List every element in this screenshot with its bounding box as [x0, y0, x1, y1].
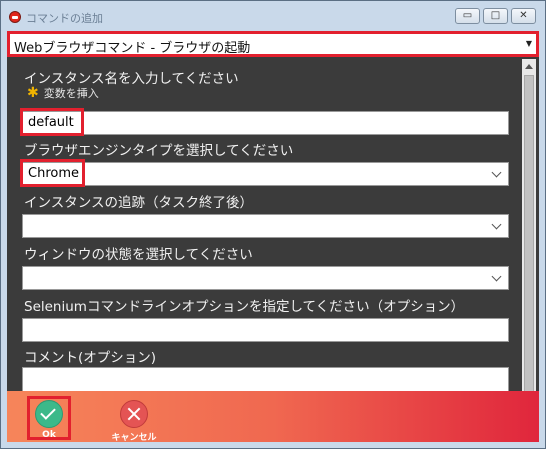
window-title: コマンドの追加	[26, 12, 103, 25]
instance-name-label: インスタンス名を入力してください	[24, 71, 239, 87]
scroll-up-icon[interactable]	[525, 64, 533, 69]
insert-variable-label: 変数を挿入	[43, 87, 99, 100]
app-logo-icon	[9, 11, 21, 23]
command-select[interactable]: Webブラウザコマンド - ブラウザの起動 ▼	[7, 31, 539, 57]
minimize-button[interactable]: ▭	[455, 8, 480, 24]
instance-tracking-label: インスタンスの追跡（タスク終了後）	[24, 195, 253, 211]
vertical-scrollbar[interactable]	[522, 59, 536, 420]
scroll-thumb[interactable]	[524, 75, 534, 405]
maximize-button[interactable]: □	[483, 8, 508, 24]
dropdown-arrow-icon[interactable]: ▼	[526, 39, 532, 48]
selenium-options-label: Seleniumコマンドラインオプションを指定してください（オプション）	[24, 299, 465, 315]
chevron-down-icon[interactable]	[491, 219, 502, 230]
insert-variable-link[interactable]: ✱ 変数を挿入	[27, 85, 99, 101]
engine-type-select[interactable]: Chrome	[22, 162, 509, 186]
action-bar: Ok キャンセル	[7, 391, 539, 443]
form-panel: インスタンス名を入力してください ✱ 変数を挿入 default ブラウザエンジン…	[12, 59, 522, 419]
engine-type-highlight	[20, 159, 85, 187]
instance-name-highlight	[20, 108, 84, 136]
ok-button-highlight	[27, 396, 71, 440]
engine-type-label: ブラウザエンジンタイプを選択してください	[24, 143, 294, 159]
window-state-select[interactable]	[22, 266, 509, 290]
command-select-value: Webブラウザコマンド - ブラウザの起動	[14, 41, 251, 56]
chevron-down-icon[interactable]	[491, 271, 502, 282]
dialog-body: Webブラウザコマンド - ブラウザの起動 ▼ インスタンス名を入力してください…	[7, 31, 539, 443]
chevron-down-icon[interactable]	[491, 167, 502, 178]
selenium-options-input[interactable]	[22, 318, 509, 342]
star-icon: ✱	[27, 85, 39, 101]
instance-name-input[interactable]: default	[22, 111, 509, 135]
window-state-label: ウィンドウの状態を選択してください	[24, 247, 253, 263]
cancel-label: キャンセル	[111, 433, 157, 443]
add-command-window: コマンドの追加 ▭ □ ✕ Webブラウザコマンド - ブラウザの起動 ▼ イン…	[0, 0, 546, 449]
comment-label: コメント(オプション)	[24, 350, 157, 366]
close-button[interactable]: ✕	[511, 8, 536, 24]
instance-tracking-select[interactable]	[22, 214, 509, 238]
cancel-button[interactable]: キャンセル	[104, 397, 164, 443]
close-icon	[120, 400, 148, 428]
title-bar[interactable]: コマンドの追加 ▭ □ ✕	[1, 1, 545, 31]
